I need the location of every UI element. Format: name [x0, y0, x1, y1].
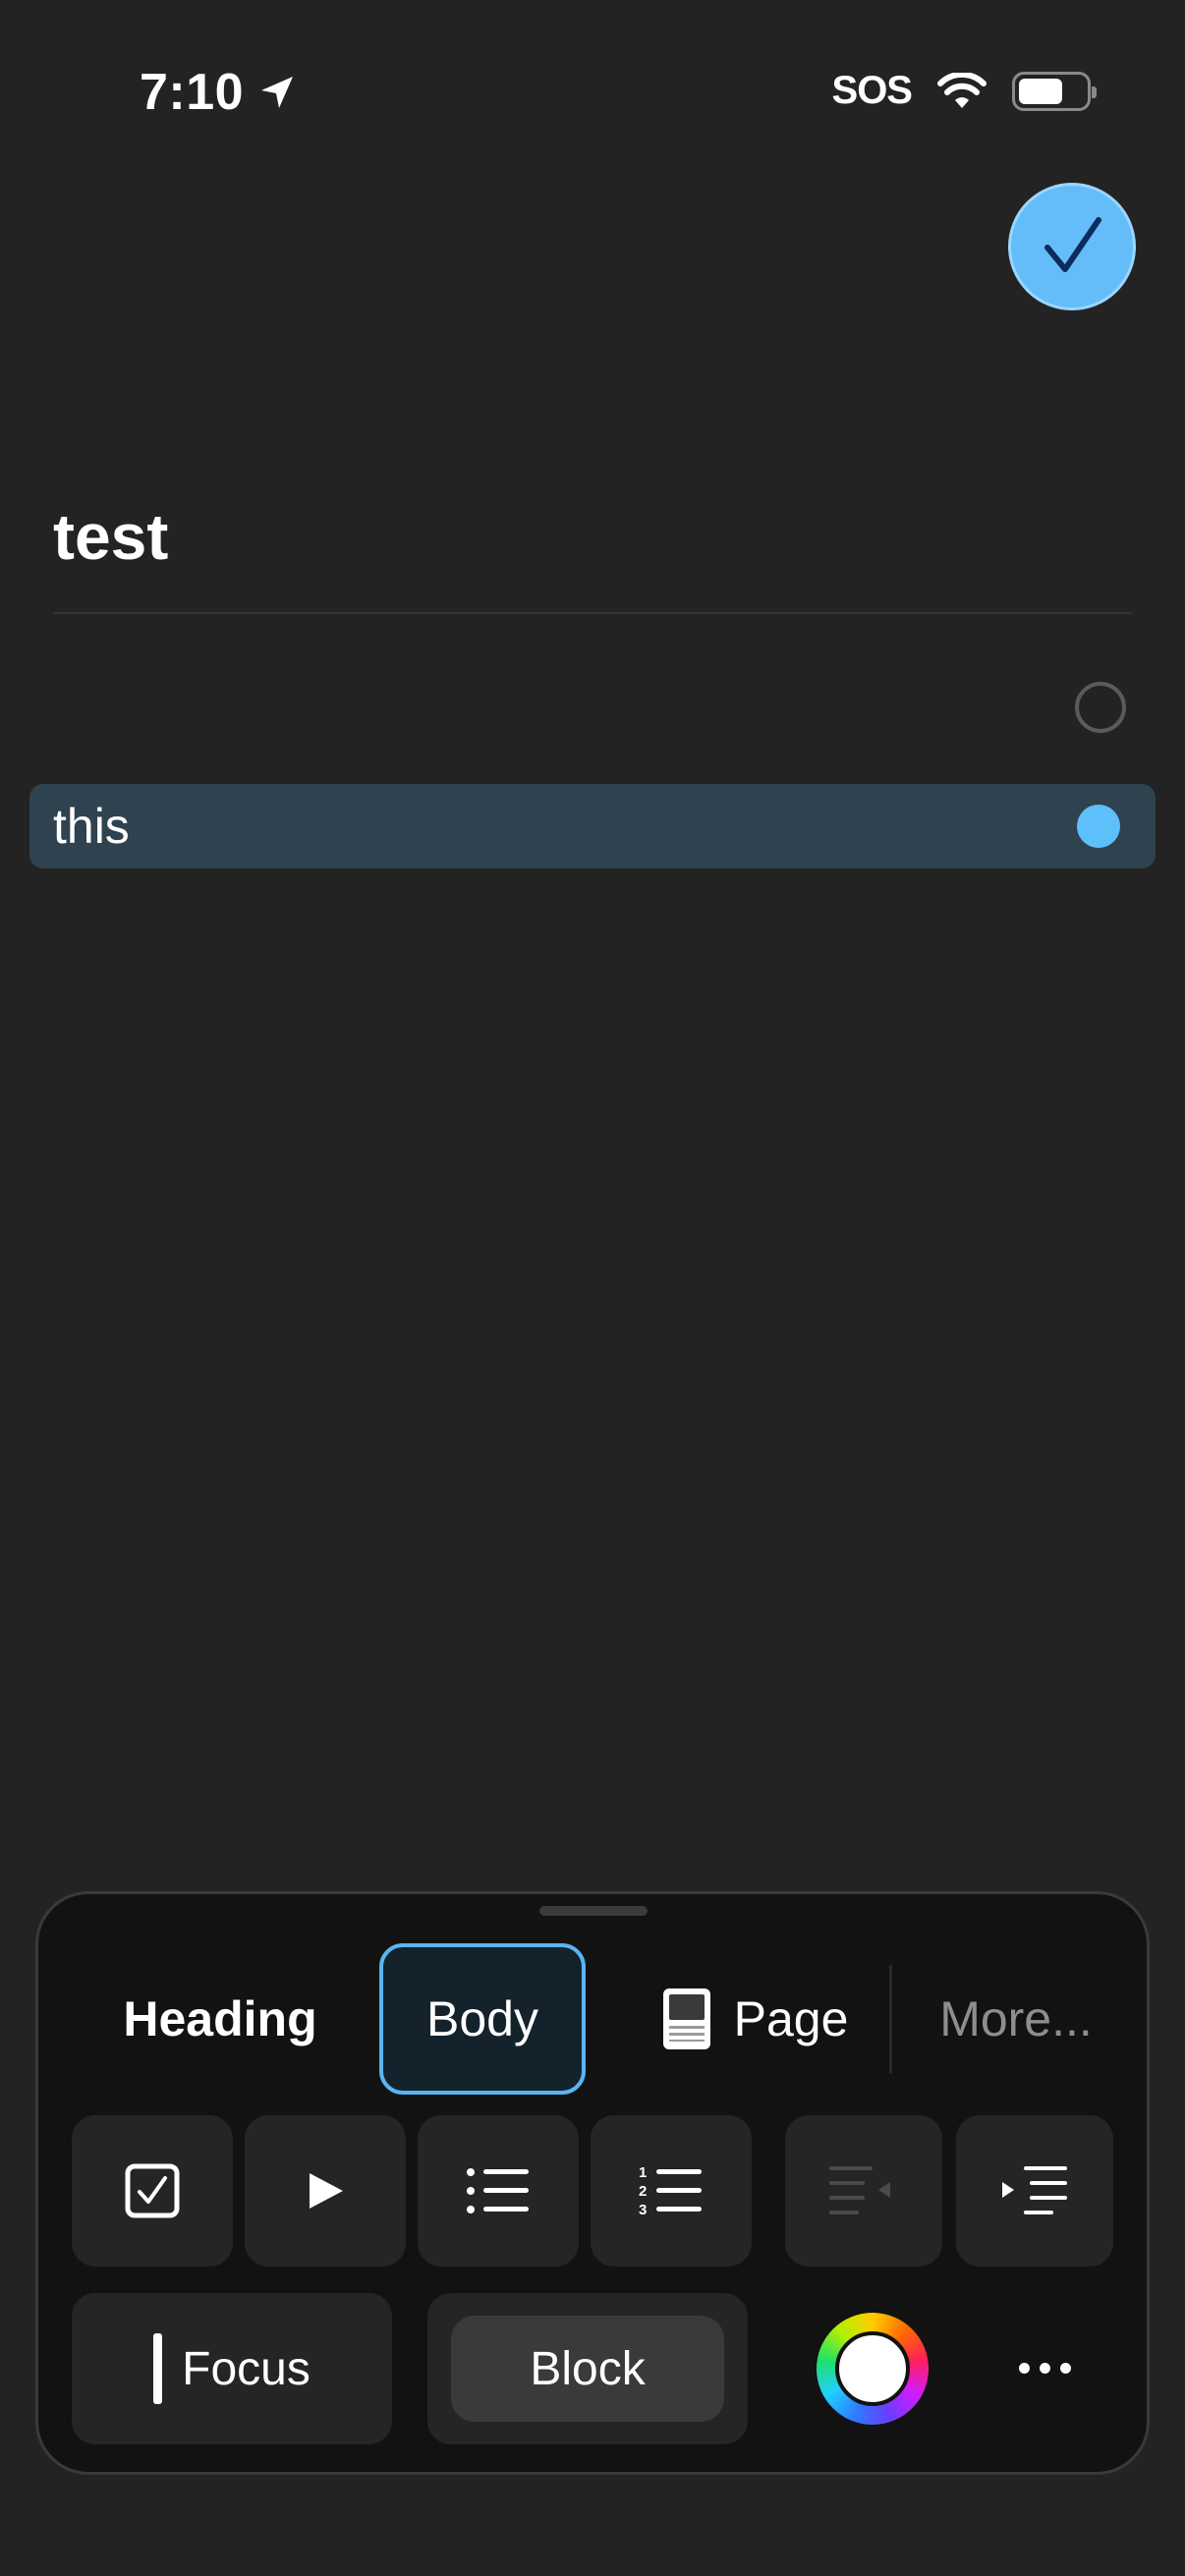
title-divider [53, 612, 1132, 614]
color-swatch-icon [835, 2331, 910, 2406]
style-page-label: Page [733, 1991, 849, 2046]
numbered-list-button[interactable]: 1 2 3 [591, 2115, 752, 2267]
toggle-button[interactable] [245, 2115, 406, 2267]
done-button[interactable] [1008, 183, 1136, 310]
bulleted-list-icon [467, 2168, 529, 2213]
focus-label: Focus [182, 2342, 310, 2395]
more-options-icon[interactable] [1005, 2328, 1084, 2407]
block-label: Block [451, 2316, 724, 2422]
checklist-button[interactable] [72, 2115, 233, 2267]
color-picker-button[interactable] [817, 2313, 929, 2425]
style-more-button[interactable]: More... [903, 1943, 1129, 2095]
bulleted-list-button[interactable] [418, 2115, 579, 2267]
panel-grabber[interactable] [539, 1906, 648, 1916]
style-body-button[interactable]: Body [379, 1943, 586, 2095]
indent-button[interactable] [956, 2115, 1113, 2267]
page-icon [662, 1988, 710, 2049]
style-page-button[interactable]: Page [628, 1943, 883, 2095]
outdent-button[interactable] [785, 2115, 942, 2267]
checklist-icon [125, 2163, 180, 2218]
format-panel: Heading Body Page More... 1 2 3 Focus Bl… [35, 1891, 1150, 2475]
row-select-circle-icon[interactable] [1075, 682, 1126, 733]
status-indicators: SOS [831, 69, 1097, 113]
status-time: 7:10 [140, 63, 297, 122]
location-arrow-icon [261, 77, 294, 108]
block-button[interactable]: Block [427, 2293, 748, 2444]
svg-text:3: 3 [639, 2202, 647, 2218]
note-editor-screen: 7:10 SOS test this Heading Body Page Mor… [0, 0, 1185, 2576]
focus-button[interactable]: Focus [72, 2293, 392, 2444]
carrier-label: SOS [831, 69, 913, 112]
indent-icon [1002, 2166, 1067, 2214]
status-time-text: 7:10 [140, 64, 245, 121]
row-text[interactable]: this [53, 798, 130, 855]
note-row-empty[interactable] [29, 668, 1156, 747]
checkmark-icon [1044, 217, 1101, 272]
battery-icon [1012, 71, 1097, 111]
toggle-icon [310, 2173, 343, 2209]
cursor-bar-icon [153, 2333, 163, 2404]
svg-text:2: 2 [639, 2183, 647, 2200]
row-selected-dot-icon[interactable] [1077, 805, 1120, 848]
note-row-selected[interactable]: this [29, 784, 1156, 868]
svg-text:1: 1 [639, 2164, 647, 2181]
outdent-icon [829, 2166, 890, 2214]
note-title[interactable]: test [53, 499, 168, 574]
wifi-icon [937, 72, 987, 108]
style-separator [889, 1965, 892, 2073]
numbered-list-icon: 1 2 3 [639, 2164, 702, 2218]
style-heading-button[interactable]: Heading [78, 1943, 363, 2095]
